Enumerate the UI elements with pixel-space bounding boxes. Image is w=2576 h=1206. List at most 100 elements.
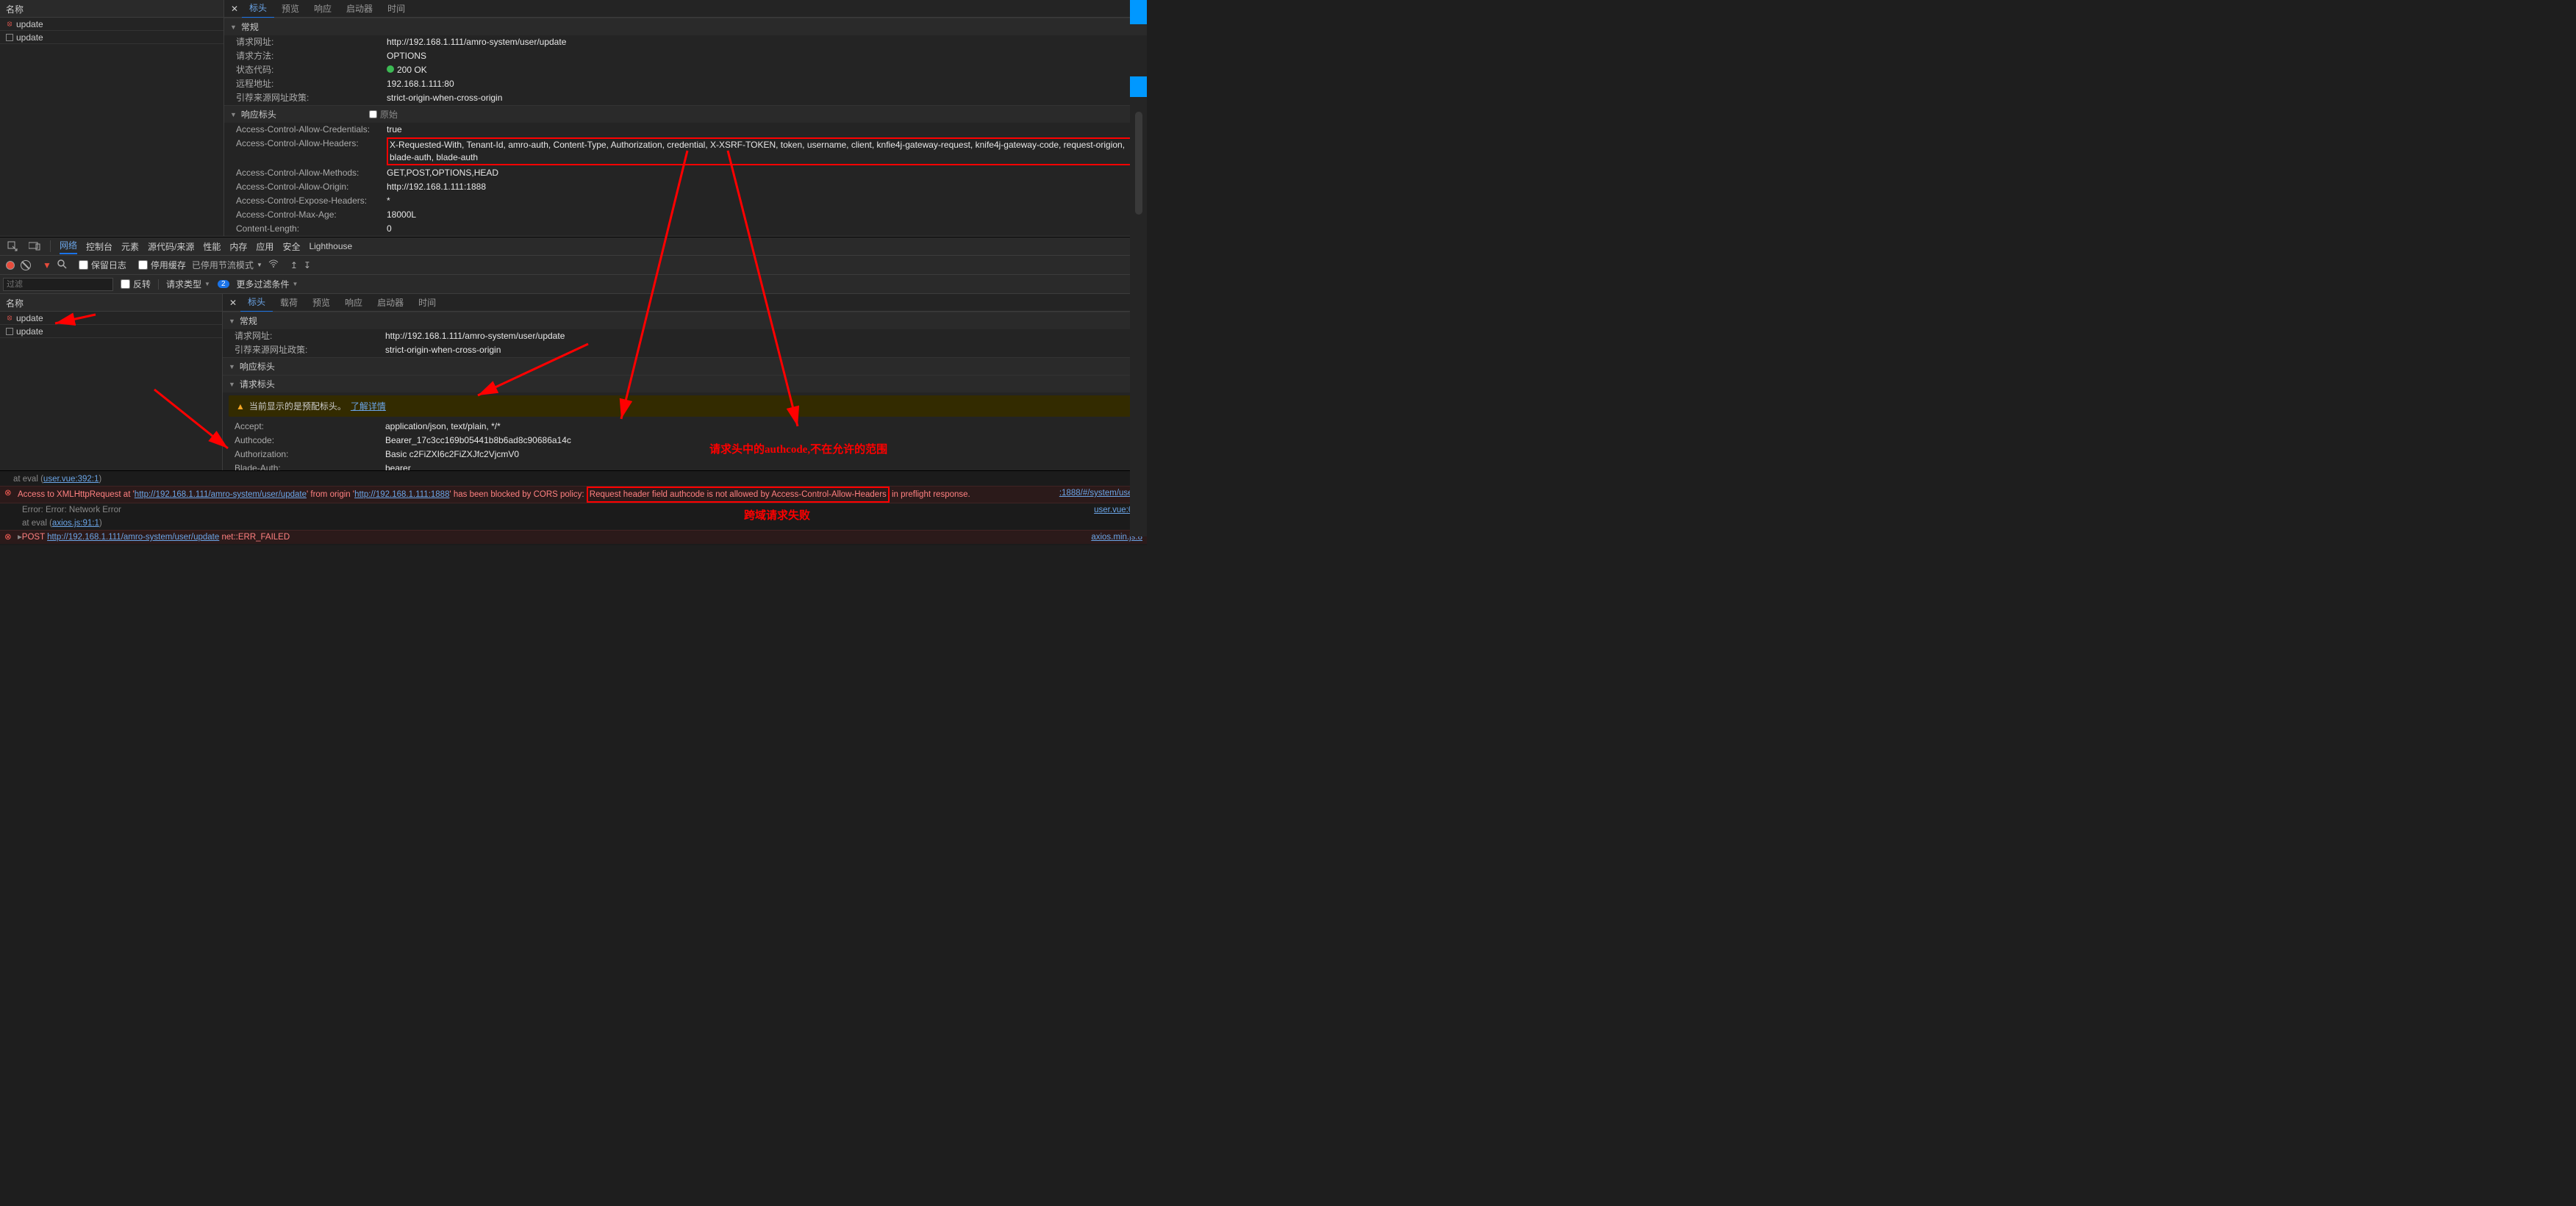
raw-checkbox[interactable] [369, 110, 377, 118]
header-row: Access-Control-Max-Age:18000L [224, 208, 1147, 222]
request-item[interactable]: update [0, 31, 223, 44]
error-circle-icon: ⦻ [6, 315, 13, 322]
preserve-log-checkbox[interactable] [79, 260, 88, 270]
chevron-down-icon: ▼ [204, 281, 210, 287]
header-value: true [387, 123, 402, 136]
tab-elements[interactable]: 元素 [121, 240, 139, 253]
tab-network[interactable]: 网络 [60, 239, 77, 254]
error-icon: ⊗ [4, 531, 13, 544]
clear-icon[interactable] [21, 260, 31, 270]
header-row: Access-Control-Allow-Methods:GET,POST,OP… [224, 166, 1147, 180]
inspect-icon[interactable] [6, 240, 19, 253]
header-value: * [387, 195, 390, 207]
network-filter-row: 反转 请求类型 ▼ 2 更多过滤条件 ▼ [0, 275, 1147, 294]
header-row: Access-Control-Allow-Credentials:true [224, 123, 1147, 137]
header-value: 200 OK [387, 64, 427, 76]
url-link[interactable]: http://192.168.1.111/amro-system/user/up… [47, 533, 219, 542]
request-type-select[interactable]: 请求类型 ▼ [166, 278, 210, 290]
preserve-log[interactable]: 保留日志 [79, 259, 126, 271]
close-icon[interactable]: ✕ [227, 4, 242, 14]
request-item-error[interactable]: ⦻ update [0, 312, 222, 325]
tab-response[interactable]: 响应 [337, 293, 370, 312]
header-key: Accept: [235, 420, 385, 433]
tab-initiator[interactable]: 启动器 [370, 293, 411, 312]
disable-cache[interactable]: 停用缓存 [138, 259, 186, 271]
filter-icon[interactable]: ▼ [43, 260, 51, 270]
header-row: Access-Control-Allow-Headers:X-Requested… [224, 137, 1147, 166]
more-filters[interactable]: 更多过滤条件 ▼ [237, 278, 298, 290]
learn-more-link[interactable]: 了解详情 [351, 400, 386, 412]
section-general[interactable]: ▼ 常规 [223, 312, 1147, 329]
request-list-top: 名称 ⦻ update update [0, 0, 224, 236]
network-conditions-icon[interactable] [268, 259, 279, 270]
tab-memory[interactable]: 内存 [229, 240, 247, 253]
tab-initiator[interactable]: 启动器 [339, 0, 380, 18]
section-response-headers[interactable]: ▼ 响应标头 原始 [224, 105, 1147, 123]
request-item[interactable]: update [0, 325, 222, 338]
section-response-headers[interactable]: ▼ 响应标头 [223, 357, 1147, 375]
header-key: 远程地址: [236, 78, 387, 90]
tab-preview[interactable]: 预览 [305, 293, 337, 312]
upload-icon[interactable]: ↥ [290, 260, 298, 270]
url-link[interactable]: http://192.168.1.111/amro-system/user/up… [135, 490, 307, 499]
tab-preview[interactable]: 预览 [274, 0, 307, 18]
header-value: http://192.168.1.111/amro-system/user/up… [387, 36, 566, 49]
close-icon[interactable]: ✕ [226, 298, 240, 308]
record-icon[interactable] [6, 261, 15, 270]
section-title: 响应标头 [240, 360, 275, 373]
request-item-error[interactable]: ⦻ update [0, 18, 223, 31]
header-key: 请求网址: [235, 330, 385, 342]
tab-application[interactable]: 应用 [256, 240, 273, 253]
tab-sources[interactable]: 源代码/来源 [148, 240, 194, 253]
disable-cache-checkbox[interactable] [138, 260, 148, 270]
source-link[interactable]: user.vue:392:1 [43, 475, 99, 484]
scrollbar[interactable] [1135, 112, 1142, 215]
tab-response[interactable]: 响应 [307, 0, 339, 18]
detail-tabs: ✕ 标头 预览 响应 启动器 时间 [224, 0, 1147, 18]
search-icon[interactable] [57, 259, 67, 271]
tab-timing[interactable]: 时间 [380, 0, 412, 18]
header-key: 请求网址: [236, 36, 387, 49]
tab-performance[interactable]: 性能 [203, 240, 221, 253]
device-toggle-icon[interactable] [28, 240, 41, 253]
header-value: Basic c2FiZXI6c2FiZXJfc2VjcmV0 [385, 448, 519, 461]
url-link[interactable]: http://192.168.1.111:1888 [354, 490, 449, 499]
name-column-header: 名称 [0, 0, 223, 18]
tab-headers[interactable]: 标头 [240, 292, 273, 312]
console-line: at eval (axios.js:91:1) [0, 517, 1147, 530]
raw-toggle[interactable]: 原始 [369, 108, 398, 121]
request-list-bottom: 名称 ⦻ update update [0, 294, 223, 470]
tab-timing[interactable]: 时间 [411, 293, 443, 312]
collapse-icon: ▼ [229, 381, 235, 388]
filter-input[interactable] [3, 278, 113, 291]
header-row: Content-Length:0 [224, 222, 1147, 236]
provisional-headers-warning: ▲ 当前显示的是预配标头。 了解详情 [229, 395, 1141, 417]
throttling[interactable]: 已停用节流模式 ▼ [192, 259, 262, 271]
header-value: 18000L [387, 209, 416, 221]
invert-filter[interactable]: 反转 [121, 278, 151, 290]
header-row: Authorization:Basic c2FiZXI6c2FiZXJfc2Vj… [223, 448, 1147, 462]
section-title: 常规 [240, 315, 257, 327]
request-name: update [16, 326, 43, 337]
detail-tabs: ✕ 标头 载荷 预览 响应 启动器 时间 [223, 294, 1147, 312]
download-icon[interactable]: ↧ [304, 260, 311, 270]
invert-checkbox[interactable] [121, 279, 130, 289]
tab-lighthouse[interactable]: Lighthouse [309, 241, 352, 251]
section-general[interactable]: ▼ 常规 [224, 18, 1147, 35]
tab-security[interactable]: 安全 [282, 240, 300, 253]
status-dot-icon [387, 65, 394, 73]
section-title: 常规 [241, 21, 259, 33]
tab-console[interactable]: 控制台 [86, 240, 112, 253]
header-row: 远程地址:192.168.1.111:80 [224, 77, 1147, 91]
header-key: Blade-Auth: [235, 462, 385, 470]
section-request-headers[interactable]: ▼ 请求标头 [223, 375, 1147, 392]
header-row: Accept:application/json, text/plain, */* [223, 420, 1147, 434]
request-name: update [16, 313, 43, 323]
tab-headers[interactable]: 标头 [242, 0, 274, 18]
header-row: 状态代码:200 OK [224, 63, 1147, 77]
header-key: 引荐来源网址政策: [236, 92, 387, 104]
section-title: 响应标头 [241, 108, 276, 121]
tab-payload[interactable]: 载荷 [273, 293, 305, 312]
document-icon [6, 34, 13, 41]
source-link[interactable]: axios.js:91:1 [52, 519, 99, 528]
